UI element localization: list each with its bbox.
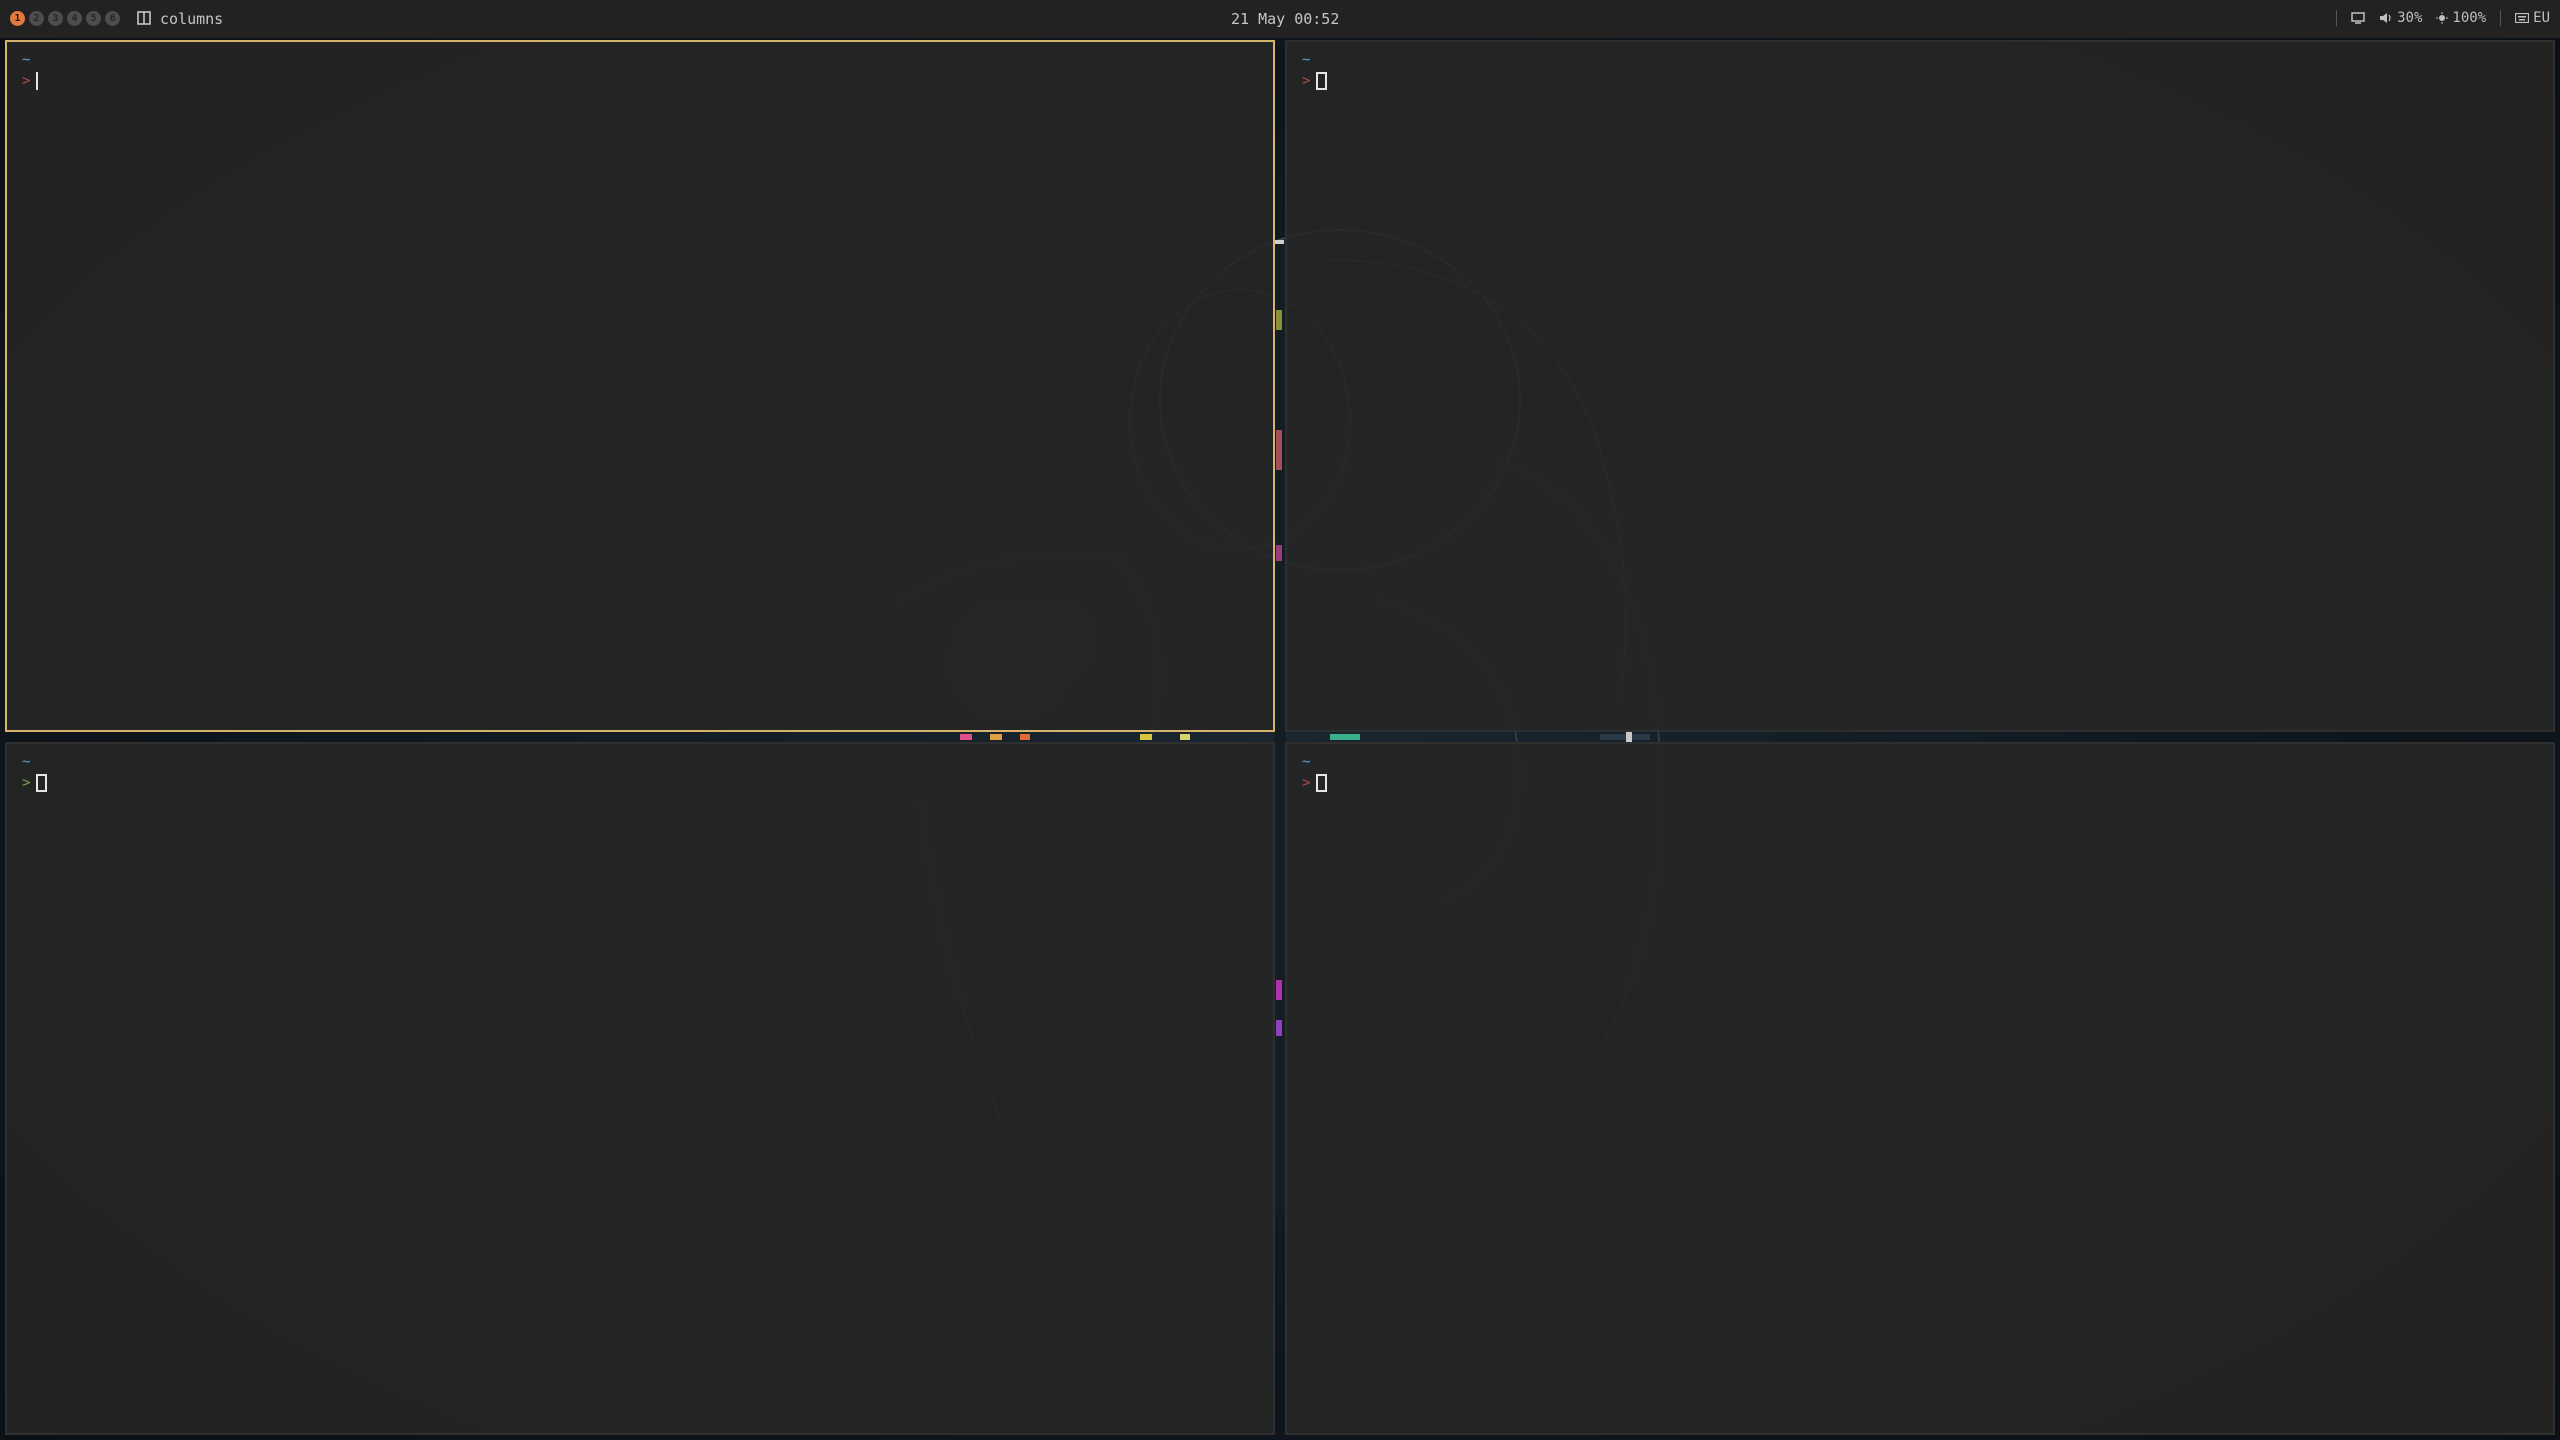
keyboard-layout-tray-item[interactable]: EU xyxy=(2515,10,2550,26)
desktop: 1 2 3 4 5 6 columns 21 May 00:52 30% 100… xyxy=(0,0,2560,1440)
workspace-6-button[interactable]: 6 xyxy=(105,11,120,26)
tray-divider xyxy=(2336,10,2338,26)
top-bar: 1 2 3 4 5 6 columns 21 May 00:52 30% 100… xyxy=(0,0,2560,38)
volume-value: 30% xyxy=(2397,10,2423,26)
workspace-3-button[interactable]: 3 xyxy=(48,11,63,26)
screen-tray-item[interactable] xyxy=(2351,12,2365,24)
terminal-window-bottom-right[interactable]: ~ > xyxy=(1285,742,2555,1435)
tray-divider xyxy=(2500,10,2502,26)
brightness-value: 100% xyxy=(2452,10,2487,26)
workspace-5-button[interactable]: 5 xyxy=(86,11,101,26)
block-cursor xyxy=(36,774,48,792)
prompt-line[interactable]: > xyxy=(22,774,48,792)
workspace-2-button[interactable]: 2 xyxy=(29,11,44,26)
prompt-symbol: > xyxy=(1302,73,1311,89)
monitor-icon xyxy=(2351,12,2365,24)
prompt-symbol: > xyxy=(22,73,31,89)
block-cursor xyxy=(1316,72,1328,90)
terminal-window-top-left[interactable]: ~ > xyxy=(5,40,1275,732)
terminal-window-bottom-left[interactable]: ~ > xyxy=(5,742,1275,1435)
workspace-4-button[interactable]: 4 xyxy=(67,11,82,26)
system-tray: 30% 100% EU xyxy=(2336,10,2550,26)
text-cursor xyxy=(36,72,39,90)
prompt-line[interactable]: > xyxy=(1302,774,1328,792)
brightness-icon xyxy=(2436,12,2449,24)
prompt-directory: ~ xyxy=(22,754,31,770)
workspace-list: 1 2 3 4 5 6 xyxy=(10,11,120,26)
prompt-directory: ~ xyxy=(22,52,31,68)
clock[interactable]: 21 May 00:52 xyxy=(1231,10,1339,28)
brightness-tray-item[interactable]: 100% xyxy=(2436,10,2486,26)
terminal-window-top-right[interactable]: ~ > xyxy=(1285,40,2555,732)
block-cursor xyxy=(1316,774,1328,792)
columns-layout-icon[interactable] xyxy=(137,11,151,25)
workspace-1-button[interactable]: 1 xyxy=(10,11,25,26)
prompt-directory: ~ xyxy=(1302,754,1311,770)
prompt-directory: ~ xyxy=(1302,52,1311,68)
layout-name: columns xyxy=(160,10,224,28)
keyboard-layout-value: EU xyxy=(2533,10,2550,26)
keyboard-icon xyxy=(2515,13,2530,23)
volume-tray-item[interactable]: 30% xyxy=(2379,10,2422,26)
prompt-symbol: > xyxy=(22,775,31,791)
prompt-symbol: > xyxy=(1302,775,1311,791)
speaker-icon xyxy=(2380,13,2391,23)
prompt-line[interactable]: > xyxy=(1302,72,1328,90)
prompt-line[interactable]: > xyxy=(22,72,39,90)
